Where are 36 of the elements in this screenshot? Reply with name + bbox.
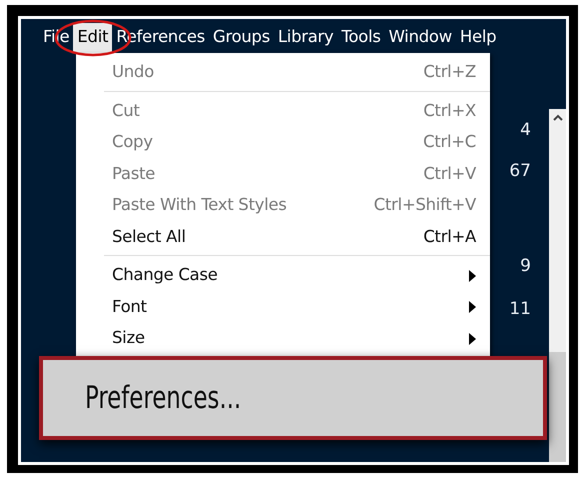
menu-item[interactable]: Groups <box>208 23 274 53</box>
menu-item[interactable]: Select All Ctrl+A <box>76 222 490 253</box>
menu-item[interactable]: Edit <box>73 23 112 53</box>
menu-item[interactable]: Change Case <box>76 260 490 292</box>
shortcut-label: Ctrl+V <box>423 162 476 185</box>
shortcut-label: Ctrl+A <box>423 226 476 248</box>
menu-item[interactable]: Library <box>274 23 338 53</box>
shortcut-label: Ctrl+C <box>423 131 476 154</box>
menu-item-label: Change Case <box>112 264 218 286</box>
menu-item-label: Paste <box>112 162 156 185</box>
submenu-arrow-icon <box>469 270 476 282</box>
menu-item[interactable]: Window <box>384 23 456 53</box>
shortcut-label: Ctrl+Shift+V <box>374 194 476 216</box>
menu-item-label: Copy <box>112 131 153 154</box>
submenu-arrow-icon <box>469 332 476 345</box>
menu-item-label: Select All <box>112 226 186 248</box>
shortcut-label: Ctrl+X <box>423 100 476 122</box>
scrollbar-thumb[interactable] <box>549 352 566 462</box>
submenu-arrow-icon <box>469 301 476 314</box>
menu-item-label: Paste With Text Styles <box>112 194 287 216</box>
count-label: 11 <box>509 298 531 320</box>
menu-item[interactable]: Size <box>76 323 490 354</box>
menu-item[interactable]: Tools <box>338 23 385 53</box>
scroll-up-icon[interactable] <box>553 114 563 121</box>
count-label: 4 <box>520 119 531 141</box>
count-label: 9 <box>520 255 531 277</box>
shortcut-label: Ctrl+Z <box>423 61 476 84</box>
scrollbar[interactable] <box>549 109 566 462</box>
count-label: 67 <box>509 160 531 182</box>
menu-item-label: Undo <box>112 61 154 84</box>
menu-item[interactable]: Help <box>456 23 500 53</box>
menu-item-label: Font <box>112 296 147 318</box>
menu-item-label: Cut <box>112 100 140 122</box>
menu-item[interactable]: Font <box>76 292 490 323</box>
preferences-menu-item[interactable]: Preferences... <box>85 374 242 422</box>
menu-item-label: Size <box>112 327 145 350</box>
